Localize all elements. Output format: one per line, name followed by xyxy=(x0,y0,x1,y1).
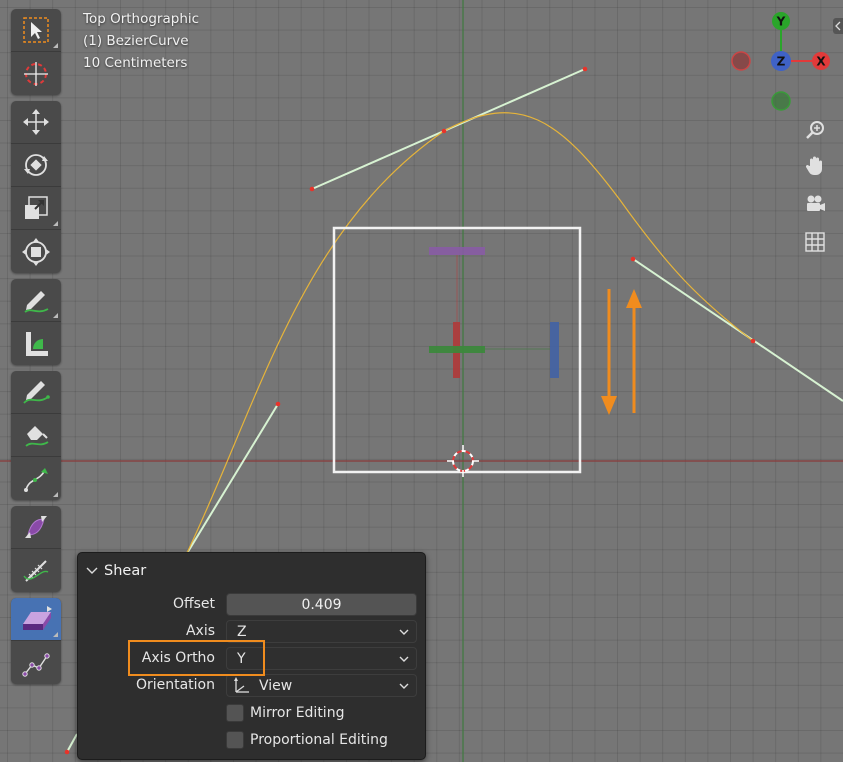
scale-tool[interactable] xyxy=(11,187,61,230)
annotate-icon xyxy=(24,291,49,313)
curve-control-point xyxy=(441,128,447,134)
select-box-icon xyxy=(23,17,49,43)
view-orientation-icon xyxy=(234,676,249,693)
pan-hand-icon[interactable] xyxy=(803,154,827,178)
orientation-row: Orientation View xyxy=(78,674,427,698)
shear-handle-right xyxy=(550,322,559,378)
object-name-label: (1) BezierCurve xyxy=(83,33,189,49)
draw-tool[interactable] xyxy=(11,371,61,414)
tool-group-curve xyxy=(11,371,61,500)
cursor-tool[interactable] xyxy=(11,52,61,95)
tilt-icon xyxy=(23,559,49,582)
scale-label: 10 Centimeters xyxy=(83,55,188,71)
curve-handle-line xyxy=(66,733,78,753)
offset-label: Offset xyxy=(172,596,215,612)
move-tool[interactable] xyxy=(11,101,61,144)
grid-view-icon[interactable] xyxy=(803,230,827,254)
mirror-editing-label: Mirror Editing xyxy=(250,705,345,721)
curve-control-point xyxy=(582,66,588,72)
axis-label: Axis xyxy=(185,623,215,639)
pen-icon xyxy=(25,426,49,447)
rotate-tool[interactable] xyxy=(11,144,61,187)
cursor-icon xyxy=(24,61,48,86)
checkbox[interactable] xyxy=(226,704,244,722)
axis-ortho-label: Axis Ortho xyxy=(141,650,215,666)
zoom-icon[interactable] xyxy=(803,118,827,142)
shear-tool[interactable] xyxy=(11,598,61,641)
axis-ortho-value: Y xyxy=(237,650,246,667)
camera-icon[interactable] xyxy=(803,192,827,216)
gizmo-y-label: Y xyxy=(776,15,786,29)
panel-header[interactable]: Shear xyxy=(86,561,146,581)
orientation-label: Orientation xyxy=(135,677,215,693)
orientation-dropdown[interactable]: View xyxy=(226,674,417,697)
tool-shelf xyxy=(11,9,61,690)
proportional-editing-label: Proportional Editing xyxy=(250,732,388,748)
annotate-tool[interactable] xyxy=(11,279,61,322)
select-box-tool[interactable] xyxy=(11,9,61,52)
tool-group-deform xyxy=(11,506,61,592)
pen-tool[interactable] xyxy=(11,414,61,457)
curve-extrude-tool[interactable] xyxy=(11,457,61,500)
randomize-icon xyxy=(22,652,50,677)
transform-icon xyxy=(22,237,50,266)
chevron-left-icon xyxy=(835,21,841,31)
measure-tool[interactable] xyxy=(11,322,61,365)
curve-control-point xyxy=(309,186,315,192)
move-icon xyxy=(23,109,49,135)
curve-handle-line xyxy=(632,258,843,402)
operator-redo-panel: Shear Offset 0.409 Axis Z Axis Ortho Y O… xyxy=(77,552,426,760)
randomize-tool[interactable] xyxy=(11,641,61,684)
chevron-down-icon xyxy=(399,683,409,689)
transform-tool[interactable] xyxy=(11,230,61,273)
tool-group-annotate xyxy=(11,279,61,365)
tool-group-shear xyxy=(11,598,61,684)
axis-value: Z xyxy=(237,623,247,640)
curve-control-point xyxy=(750,338,756,344)
offset-value: 0.409 xyxy=(301,596,342,613)
3d-viewport[interactable]: Top Orthographic (1) BezierCurve 10 Cent… xyxy=(0,0,843,762)
chevron-down-icon xyxy=(399,656,409,662)
axis-ortho-row: Axis Ortho Y xyxy=(78,647,427,671)
navigation-gizmo[interactable]: Y Z X xyxy=(725,8,837,114)
offset-field[interactable]: 0.409 xyxy=(226,593,417,616)
scale-icon xyxy=(25,196,48,219)
curve-control-point xyxy=(630,256,636,262)
sidebar-toggle[interactable] xyxy=(833,18,843,34)
draw-icon xyxy=(23,381,50,404)
radius-icon xyxy=(25,516,47,538)
tilt-tool[interactable] xyxy=(11,549,61,592)
rotate-icon xyxy=(24,154,48,176)
view-name-label: Top Orthographic xyxy=(83,11,200,27)
mirror-editing-checkbox[interactable]: Mirror Editing xyxy=(226,704,344,722)
shear-direction-arrows xyxy=(601,289,642,415)
bezier-curve xyxy=(185,112,754,556)
axis-row: Axis Z xyxy=(78,620,427,644)
gizmo-z-label: Z xyxy=(777,55,786,69)
panel-title: Shear xyxy=(104,563,147,579)
curve-handle-line xyxy=(185,403,279,556)
shear-handle-top xyxy=(429,247,485,255)
axis-ortho-dropdown[interactable]: Y xyxy=(226,647,417,670)
measure-icon xyxy=(26,331,48,356)
tool-group-select xyxy=(11,9,61,95)
curve-control-point xyxy=(275,401,281,407)
proportional-editing-checkbox[interactable]: Proportional Editing xyxy=(226,731,388,749)
checkbox[interactable] xyxy=(226,731,244,749)
axis-dropdown[interactable]: Z xyxy=(226,620,417,643)
curve-extrude-icon xyxy=(24,467,48,492)
shear-handle-center-h xyxy=(429,346,485,353)
offset-row: Offset 0.409 xyxy=(78,593,427,617)
chevron-down-icon xyxy=(86,567,98,574)
chevron-down-icon xyxy=(399,629,409,635)
orientation-value: View xyxy=(259,677,293,694)
curve-control-point xyxy=(64,749,70,755)
shear-icon xyxy=(23,606,52,630)
tool-group-transform xyxy=(11,101,61,273)
gizmo-x-label: X xyxy=(816,55,826,69)
radius-tool[interactable] xyxy=(11,506,61,549)
